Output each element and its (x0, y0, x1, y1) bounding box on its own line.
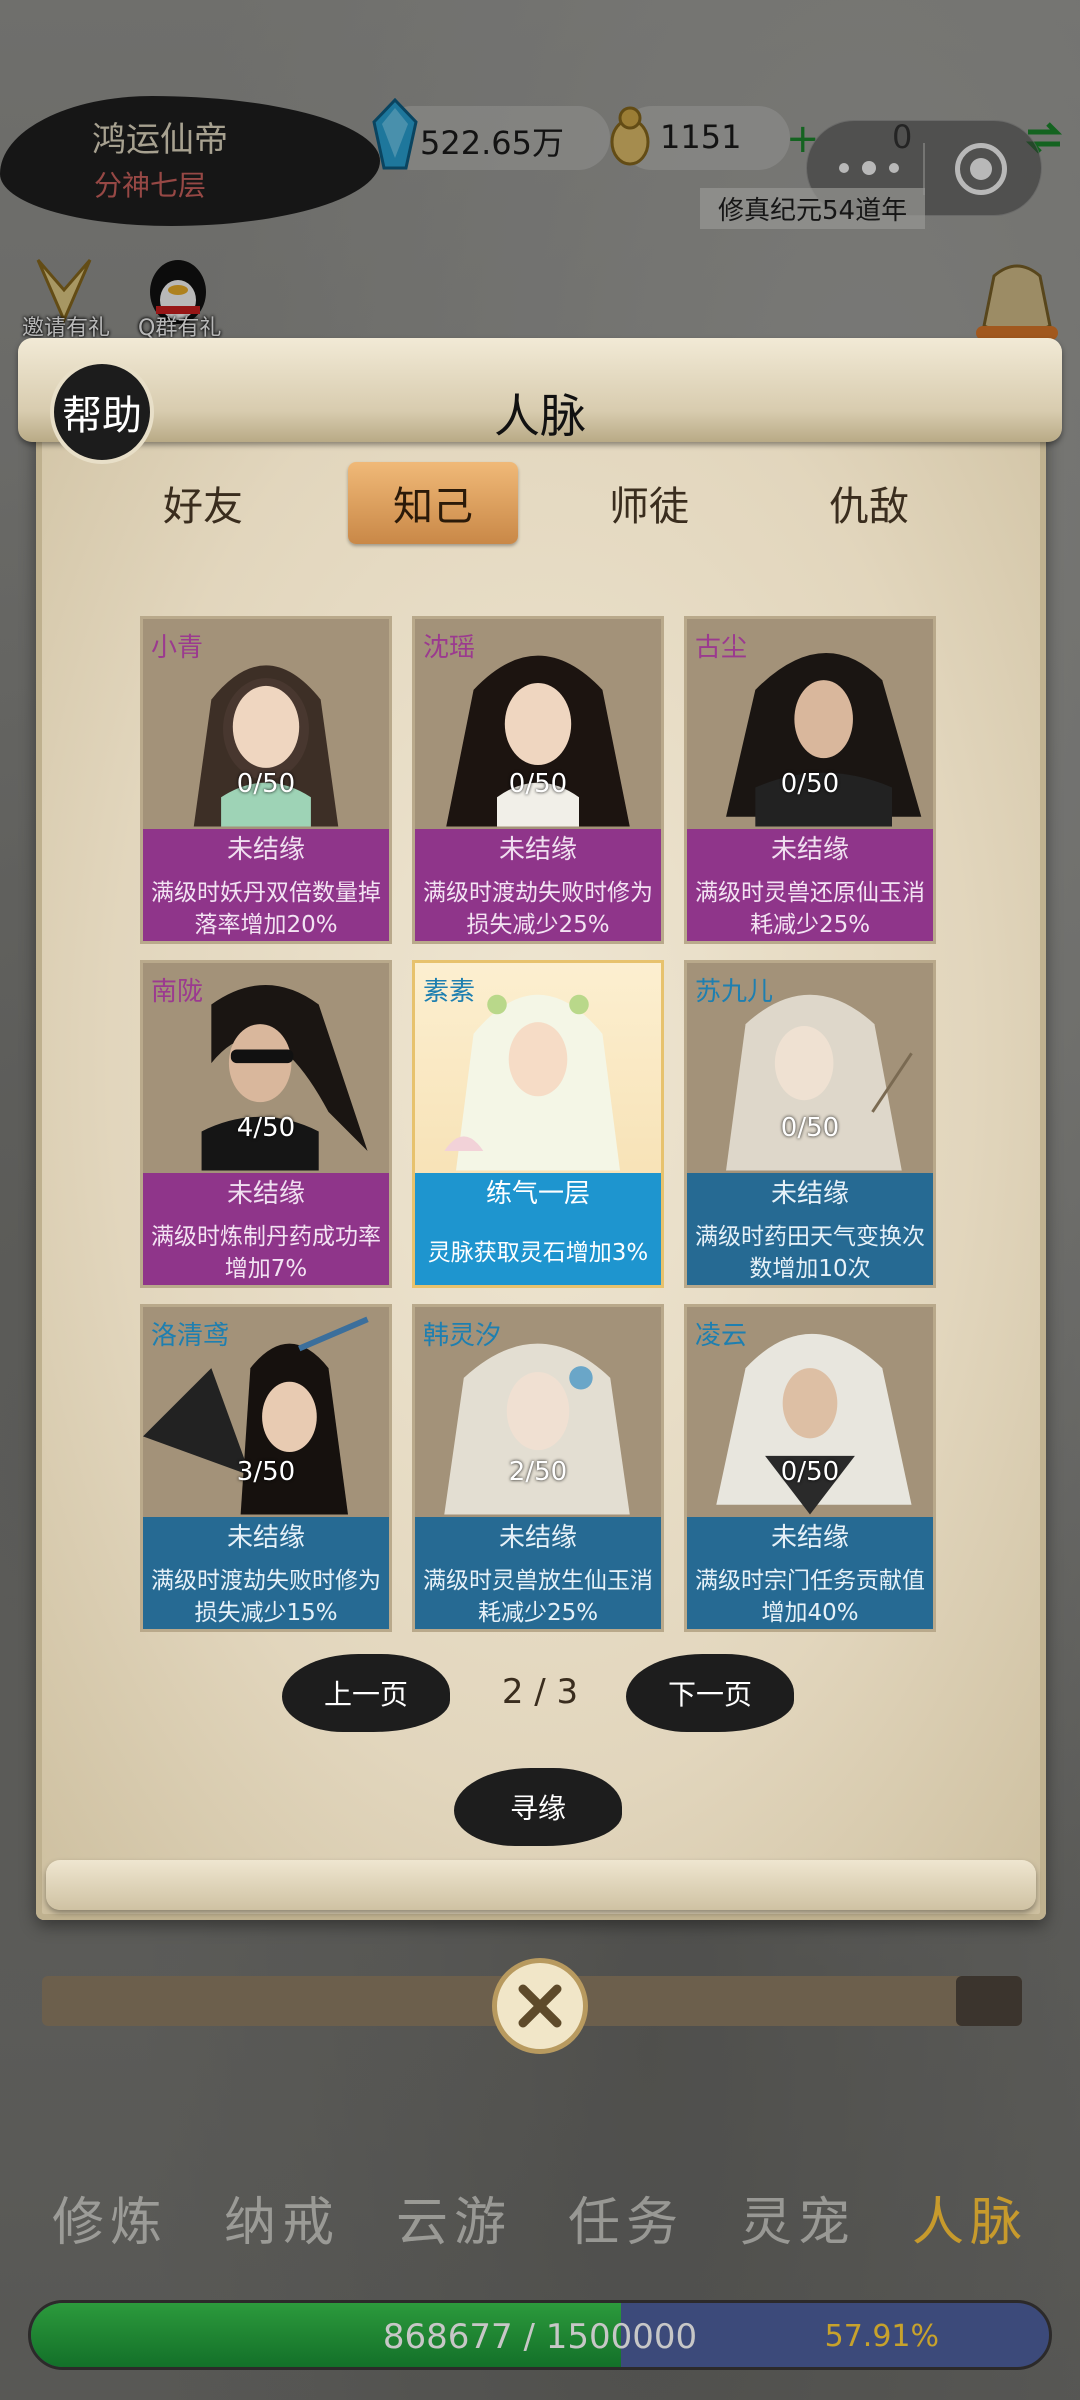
max-level-bonus: 满级时炼制丹药成功率增加7% (143, 1215, 389, 1285)
affinity-progress: 0/50 (780, 769, 840, 799)
character-name: 沈瑶 (423, 633, 476, 663)
tab-friends[interactable]: 好友 (118, 462, 288, 544)
character-name: 凌云 (695, 1321, 748, 1351)
confidant-card[interactable]: 南陇 4/50 未结缘 满级时炼制丹药成功率增加7% (140, 960, 392, 1288)
bond-status: 未结缘 (415, 1517, 661, 1559)
character-name: 洛清鸢 (151, 1321, 230, 1351)
scroll-bottom-roll (46, 1860, 1036, 1910)
affinity-progress: 0/50 (780, 1457, 840, 1487)
confidant-card[interactable]: 凌云 0/50 未结缘 满级时宗门任务贡献值增加40% (684, 1304, 936, 1632)
bond-status: 练气一层 (415, 1173, 661, 1215)
close-icon (518, 1984, 562, 2028)
nav-travel[interactable]: 云游 (396, 2180, 512, 2255)
dialog-title: 人脉 (494, 389, 586, 443)
max-level-bonus: 满级时渡劫失败时修为损失减少25% (415, 871, 661, 941)
max-level-bonus: 满级时渡劫失败时修为损失减少15% (143, 1559, 389, 1629)
character-name: 韩灵汐 (423, 1321, 502, 1351)
max-level-bonus: 满级时药田天气变换次数增加10次 (687, 1215, 933, 1285)
character-name: 苏九儿 (695, 977, 774, 1007)
cultivation-exp-bar: 868677 / 1500000 57.91% (28, 2300, 1052, 2370)
bond-status: 未结缘 (143, 1173, 389, 1215)
character-name: 小青 (151, 633, 204, 663)
max-level-bonus: 满级时宗门任务贡献值增加40% (687, 1559, 933, 1629)
exp-percent: 57.91% (824, 2319, 939, 2354)
confidant-card[interactable]: 韩灵汐 2/50 未结缘 满级时灵兽放生仙玉消耗减少25% (412, 1304, 664, 1632)
nav-tasks[interactable]: 任务 (568, 2180, 684, 2255)
bond-status: 未结缘 (687, 829, 933, 871)
confidant-card[interactable]: 小青 0/50 未结缘 满级时妖丹双倍数量掉落率增加20% (140, 616, 392, 944)
bond-status: 未结缘 (415, 829, 661, 871)
nav-storage-ring[interactable]: 纳戒 (224, 2180, 340, 2255)
affinity-progress: 2/50 (508, 1457, 568, 1487)
bottom-navigation: 修炼 纳戒 云游 任务 灵宠 人脉 (0, 2180, 1080, 2260)
tab-enemies[interactable]: 仇敌 (784, 462, 954, 544)
confidant-card[interactable]: 苏九儿 0/50 未结缘 满级时药田天气变换次数增加10次 (684, 960, 936, 1288)
max-level-bonus: 满级时妖丹双倍数量掉落率增加20% (143, 871, 389, 941)
relation-tabs: 好友 知己 师徒 仇敌 (118, 462, 958, 544)
max-level-bonus: 满级时灵兽还原仙玉消耗减少25% (687, 871, 933, 941)
tab-master-disciple[interactable]: 师徒 (564, 462, 734, 544)
confidant-card[interactable]: 洛清鸢 3/50 未结缘 满级时渡劫失败时修为损失减少15% (140, 1304, 392, 1632)
affinity-progress: 0/50 (508, 769, 568, 799)
affinity-progress: 0/50 (236, 769, 296, 799)
seek-fate-button[interactable]: 寻缘 (454, 1768, 622, 1846)
bond-status: 未结缘 (687, 1173, 933, 1215)
affinity-progress: 4/50 (236, 1113, 296, 1143)
nav-relations[interactable]: 人脉 (912, 2180, 1028, 2255)
current-bonus: 灵脉获取灵石增加3% (415, 1215, 661, 1285)
tab-confidants[interactable]: 知己 (348, 462, 518, 544)
prev-page-button[interactable]: 上一页 (282, 1654, 450, 1732)
close-dialog-button[interactable] (492, 1958, 588, 2054)
character-name: 南陇 (151, 977, 204, 1007)
nav-spirit-pets[interactable]: 灵宠 (740, 2180, 856, 2255)
bond-status: 未结缘 (687, 1517, 933, 1559)
character-name: 素素 (423, 977, 476, 1007)
bond-status: 未结缘 (143, 829, 389, 871)
bond-status: 未结缘 (143, 1517, 389, 1559)
affinity-progress: 3/50 (236, 1457, 296, 1487)
affinity-progress: 0/50 (780, 1113, 840, 1143)
confidant-card-active[interactable]: 素素 练气一层 灵脉获取灵石增加3% (412, 960, 664, 1288)
confidant-card[interactable]: 古尘 0/50 未结缘 满级时灵兽还原仙玉消耗减少25% (684, 616, 936, 944)
nav-cultivate[interactable]: 修炼 (52, 2180, 168, 2255)
next-page-button[interactable]: 下一页 (626, 1654, 794, 1732)
page-indicator: 2 / 3 (501, 1672, 579, 1712)
confidant-card[interactable]: 沈瑶 0/50 未结缘 满级时渡劫失败时修为损失减少25% (412, 616, 664, 944)
max-level-bonus: 满级时灵兽放生仙玉消耗减少25% (415, 1559, 661, 1629)
character-name: 古尘 (695, 633, 748, 663)
